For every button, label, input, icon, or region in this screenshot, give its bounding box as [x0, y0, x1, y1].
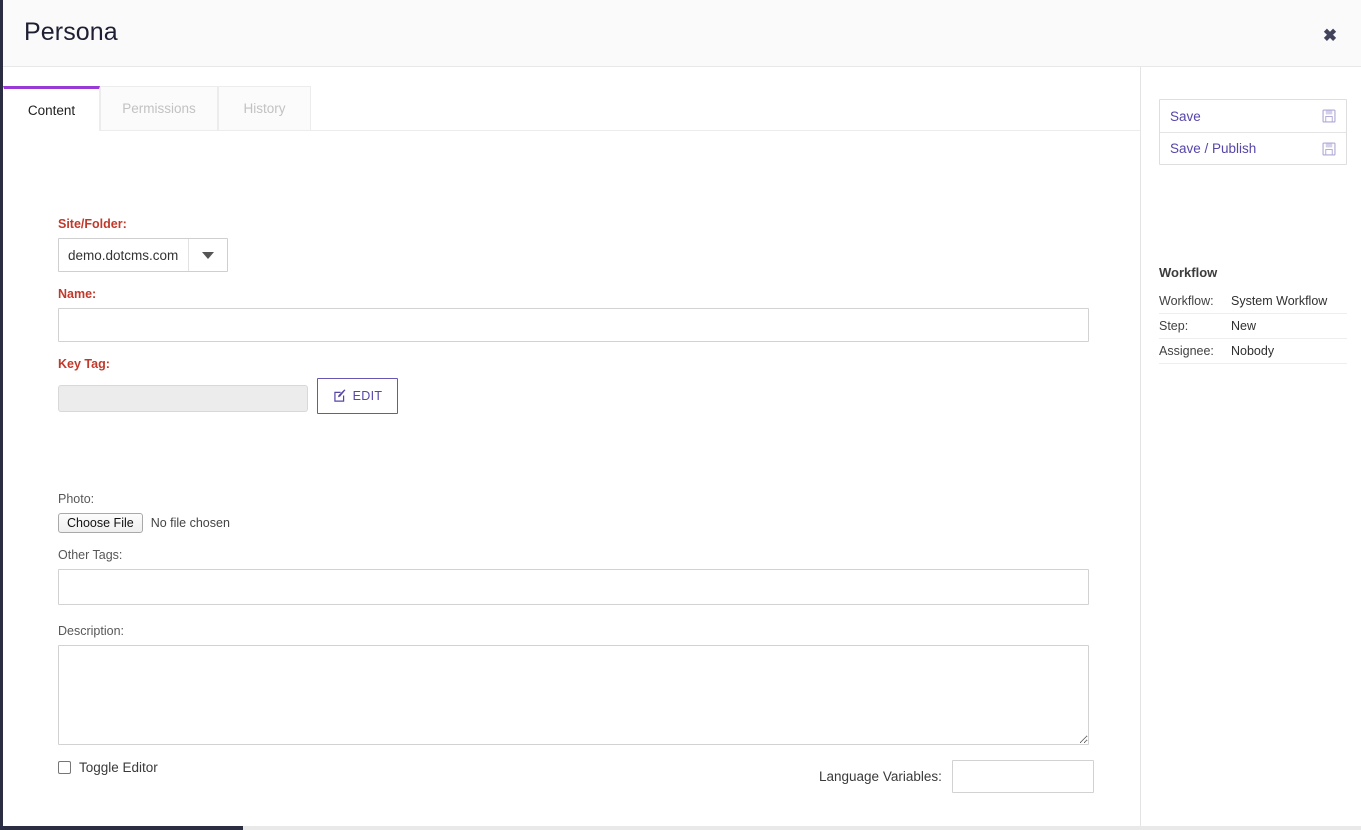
save-floppy-icon — [1322, 109, 1336, 123]
tab-content-label: Content — [28, 103, 75, 118]
page-title: Persona — [24, 18, 118, 47]
persona-dialog: Persona ✖ Content Permissions History — [0, 0, 1361, 830]
choose-file-button[interactable]: Choose File — [58, 513, 143, 533]
tab-history-label: History — [243, 101, 285, 116]
toggle-editor-checkbox[interactable] — [58, 761, 71, 774]
main-content-column: Content Permissions History Site/Folder:… — [3, 67, 1141, 830]
table-row: Step: New — [1159, 314, 1347, 339]
workflow-row-key: Workflow: — [1159, 289, 1231, 314]
assignee-row-key: Assignee: — [1159, 339, 1231, 364]
field-description: Description: — [58, 624, 1089, 750]
other-tags-input[interactable] — [58, 569, 1089, 605]
toggle-editor-label: Toggle Editor — [79, 760, 158, 775]
workflow-actions-box: Save Save / Publish — [1159, 99, 1347, 165]
key-tag-edit-label: EDIT — [353, 389, 383, 403]
tab-permissions[interactable]: Permissions — [100, 86, 218, 130]
description-textarea[interactable] — [58, 645, 1089, 745]
dialog-body: Content Permissions History Site/Folder:… — [3, 67, 1361, 830]
field-other-tags: Other Tags: — [58, 548, 1089, 605]
description-label: Description: — [58, 624, 1089, 638]
photo-label: Photo: — [58, 492, 230, 506]
name-label: Name: — [58, 287, 1089, 301]
tab-bar: Content Permissions History — [3, 67, 1140, 131]
field-name: Name: — [58, 287, 1089, 342]
save-publish-button-label: Save / Publish — [1170, 141, 1322, 156]
tab-permissions-label: Permissions — [122, 101, 196, 116]
save-publish-button[interactable]: Save / Publish — [1160, 132, 1346, 164]
toggle-editor-control: Toggle Editor — [58, 760, 158, 775]
site-folder-label: Site/Folder: — [58, 217, 228, 231]
site-folder-select[interactable]: demo.dotcms.com — [58, 238, 228, 272]
key-tag-input[interactable] — [58, 385, 308, 412]
assignee-row-value: Nobody — [1231, 339, 1347, 364]
photo-file-status: No file chosen — [151, 516, 230, 530]
scrollbar-thumb[interactable] — [3, 826, 243, 830]
field-language-variables: Language Variables: — [819, 760, 1094, 793]
workflow-row-value: System Workflow — [1231, 289, 1347, 314]
language-variables-label: Language Variables: — [819, 769, 942, 784]
key-tag-label: Key Tag: — [58, 357, 398, 371]
dialog-header: Persona ✖ — [3, 0, 1361, 67]
workflow-info-table: Workflow: System Workflow Step: New Assi… — [1159, 289, 1347, 364]
step-row-key: Step: — [1159, 314, 1231, 339]
table-row: Workflow: System Workflow — [1159, 289, 1347, 314]
field-site-folder: Site/Folder: demo.dotcms.com — [58, 217, 228, 272]
save-floppy-icon — [1322, 142, 1336, 156]
step-row-value: New — [1231, 314, 1347, 339]
chevron-down-icon[interactable] — [189, 239, 227, 271]
save-button[interactable]: Save — [1160, 100, 1346, 132]
field-photo: Photo: Choose File No file chosen — [58, 492, 230, 533]
name-input[interactable] — [58, 308, 1089, 342]
table-row: Assignee: Nobody — [1159, 339, 1347, 364]
language-variables-input[interactable] — [952, 760, 1094, 793]
workflow-section-title: Workflow — [1159, 265, 1217, 280]
field-key-tag: Key Tag: EDIT — [58, 357, 398, 414]
close-icon[interactable]: ✖ — [1319, 24, 1341, 46]
key-tag-edit-button[interactable]: EDIT — [317, 378, 398, 414]
pencil-square-icon — [333, 389, 347, 403]
save-button-label: Save — [1170, 109, 1322, 124]
sidebar: Save Save / Publish Workflo — [1142, 67, 1361, 830]
tab-content[interactable]: Content — [3, 86, 100, 131]
other-tags-label: Other Tags: — [58, 548, 1089, 562]
tab-history[interactable]: History — [218, 86, 311, 130]
site-folder-value: demo.dotcms.com — [59, 239, 189, 271]
horizontal-scrollbar[interactable] — [3, 826, 1361, 830]
